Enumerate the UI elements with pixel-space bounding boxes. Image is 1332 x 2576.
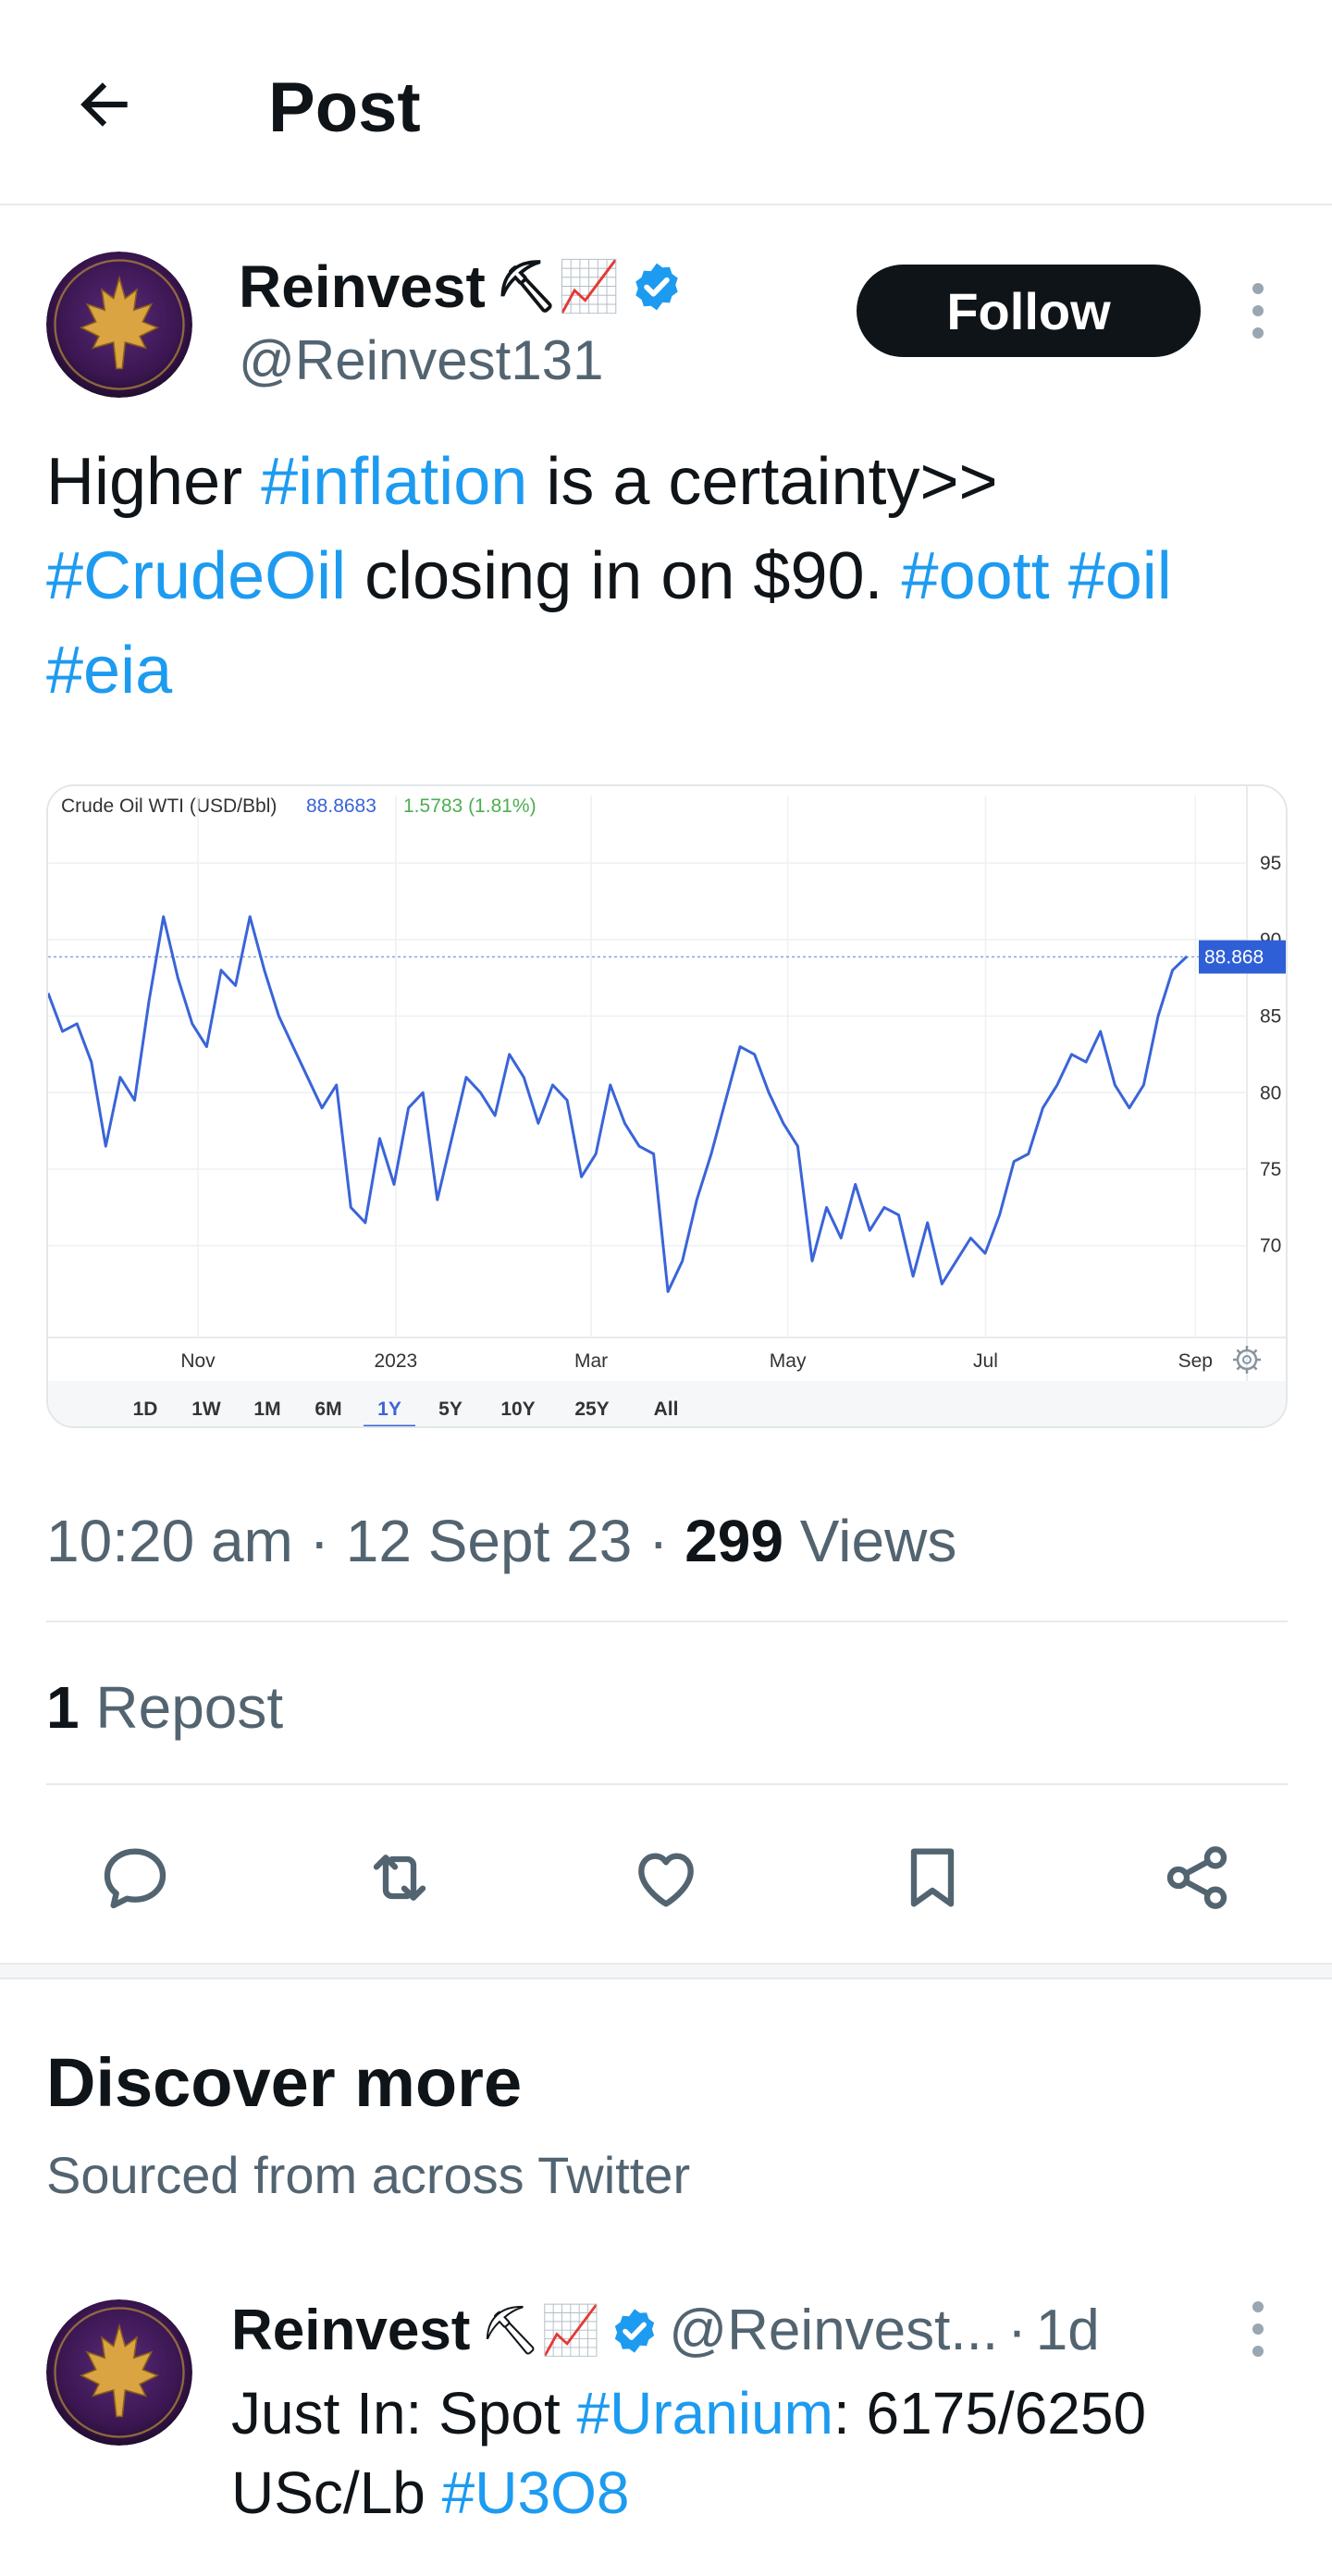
x-tick-label: Mar: [574, 1350, 608, 1372]
repost-icon: [373, 1855, 426, 1901]
reposts-label: Repost: [95, 1674, 284, 1741]
recommended-author-avatar[interactable]: [46, 2299, 192, 2446]
recommended-author-emoji: ⛏📈: [479, 2304, 601, 2358]
views-label: Views: [799, 1508, 957, 1574]
x-tick-label: May: [770, 1350, 807, 1372]
recommended-author-handle: @Reinvest...: [669, 2299, 999, 2362]
y-tick-label: 80: [1260, 1082, 1281, 1103]
x-tick-label: Jul: [973, 1350, 998, 1372]
range-button-label: 5Y: [438, 1399, 462, 1420]
discover-title: Discover more: [46, 2044, 523, 2121]
post-text: Higher #inflation is a certainty>> #Crud…: [46, 435, 1286, 718]
back-button[interactable]: [65, 65, 144, 144]
share-button[interactable]: [1151, 1831, 1243, 1924]
chart-change: 1.5783 (1.81%): [403, 795, 536, 817]
share-icon: [1166, 1846, 1227, 1909]
back-arrow-icon: [80, 82, 128, 127]
post-text-segment: Higher: [46, 445, 262, 519]
chart-image[interactable]: Crude Oil WTI (USD/Bbl) 88.8683 1.5783 (…: [46, 784, 1288, 1428]
range-button-label: 10Y: [500, 1399, 535, 1420]
x-tick-label: Nov: [180, 1350, 216, 1372]
verified-badge-icon: [615, 2309, 655, 2353]
range-button-5y[interactable]: 5Y: [438, 1399, 462, 1420]
repost-button[interactable]: [353, 1831, 446, 1924]
range-button-label: 1W: [191, 1399, 221, 1420]
range-button-1d[interactable]: 1D: [133, 1399, 158, 1420]
hashtag-link[interactable]: #eia: [46, 634, 172, 708]
x-tick-label: Sep: [1178, 1350, 1213, 1372]
post-text-segment: [1050, 539, 1068, 613]
author-name-text: Reinvest: [239, 253, 486, 320]
hashtag-link[interactable]: #Uranium: [577, 2380, 833, 2447]
crude-oil-chart: Crude Oil WTI (USD/Bbl) 88.8683 1.5783 (…: [48, 786, 1286, 1426]
recommended-post-text: Just In: Spot #Uranium: 6175/6250 USc/Lb…: [231, 2373, 1295, 2533]
recommended-post-time: 1d: [1035, 2299, 1100, 2362]
author-handle[interactable]: @Reinvest131: [239, 324, 603, 398]
bookmark-button[interactable]: [886, 1831, 979, 1924]
post-text-segment: Just In: Spot: [231, 2380, 577, 2447]
post-time[interactable]: 10:20 am: [46, 1508, 293, 1574]
y-tick-label: 70: [1260, 1236, 1281, 1257]
hashtag-link[interactable]: #oil: [1068, 539, 1172, 613]
discover-subtitle: Sourced from across Twitter: [46, 2146, 691, 2204]
chart-last-value: 88.8683: [306, 795, 376, 817]
maple-leaf-coin-icon: [46, 252, 192, 398]
y-tick-label: 85: [1260, 1006, 1281, 1028]
top-bar: Post: [0, 0, 1332, 205]
chart-title: Crude Oil WTI (USD/Bbl): [61, 795, 277, 817]
hashtag-link[interactable]: #CrudeOil: [46, 539, 346, 613]
recommended-post-header[interactable]: Reinvest ⛏📈 @Reinvest... · 1d: [231, 2294, 1100, 2368]
hashtag-link[interactable]: #oott: [902, 539, 1050, 613]
like-button[interactable]: [620, 1831, 712, 1924]
post-text-segment: is a certainty>>: [527, 445, 998, 519]
divider: [46, 1621, 1288, 1622]
range-button-6m[interactable]: 6M: [314, 1399, 341, 1420]
post-meta: 10:20 am · 12 Sept 23 · 299 Views: [46, 1508, 957, 1574]
reply-button[interactable]: [89, 1831, 181, 1924]
reposts-count: 1: [46, 1674, 80, 1741]
author-display-name[interactable]: Reinvest ⛏📈: [239, 250, 684, 324]
maple-leaf-coin-icon: [46, 2299, 192, 2446]
page-title: Post: [268, 68, 421, 147]
range-button-label: 25Y: [574, 1399, 609, 1420]
range-button-1w[interactable]: 1W: [191, 1399, 221, 1420]
range-button-all[interactable]: All: [654, 1399, 679, 1420]
reply-icon: [104, 1848, 166, 1909]
range-button-label: 1D: [133, 1399, 158, 1420]
range-button-label: 6M: [314, 1399, 341, 1420]
recommended-author-name: Reinvest: [231, 2299, 471, 2362]
bookmark-icon: [910, 1848, 955, 1907]
range-button-1m[interactable]: 1M: [253, 1399, 280, 1420]
section-separator: [0, 1963, 1332, 1979]
range-button-10y[interactable]: 10Y: [500, 1399, 535, 1420]
post-text-segment: closing in on $90.: [346, 539, 902, 613]
author-emoji: ⛏📈: [494, 259, 621, 314]
hashtag-link[interactable]: #inflation: [261, 445, 527, 519]
follow-button[interactable]: Follow: [857, 265, 1201, 357]
verified-badge-icon: [635, 263, 678, 311]
like-icon: [638, 1853, 694, 1907]
range-button-label: All: [654, 1399, 679, 1420]
divider: [46, 1783, 1288, 1785]
range-button-25y[interactable]: 25Y: [574, 1399, 609, 1420]
recommended-more-options-icon[interactable]: [1240, 2292, 1276, 2366]
author-avatar[interactable]: [46, 252, 192, 398]
y-tick-label: 75: [1260, 1159, 1281, 1180]
x-tick-label: 2023: [374, 1350, 417, 1372]
hashtag-link[interactable]: #U3O8: [442, 2459, 630, 2526]
post-date[interactable]: 12 Sept 23: [346, 1508, 633, 1574]
price-tag-value: 88.868: [1204, 947, 1264, 968]
reposts-count-link[interactable]: 1 Repost: [46, 1665, 283, 1750]
post-more-options-icon[interactable]: [1240, 274, 1276, 348]
y-tick-label: 95: [1260, 853, 1281, 874]
range-button-label: 1M: [253, 1399, 280, 1420]
views-count: 299: [684, 1508, 783, 1574]
range-button-label: 1Y: [377, 1399, 401, 1420]
time-separator: ·: [1007, 2299, 1027, 2362]
